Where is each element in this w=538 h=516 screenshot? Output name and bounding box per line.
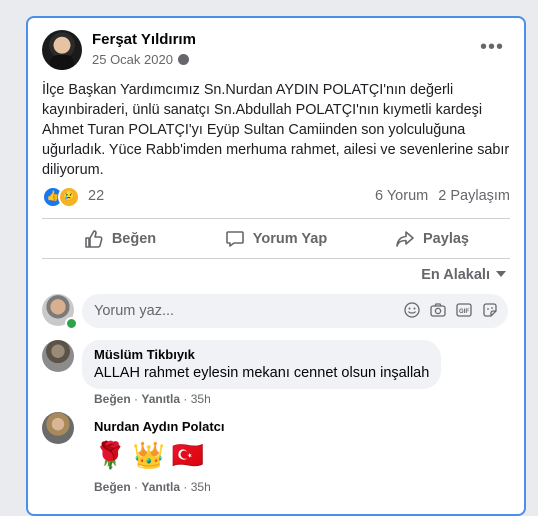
comment-label: Yorum Yap bbox=[252, 231, 328, 247]
comment-time[interactable]: 35h bbox=[191, 480, 211, 494]
share-button[interactable]: Paylaş bbox=[354, 222, 510, 256]
comment-reply-link[interactable]: Yanıtla bbox=[141, 392, 180, 406]
gif-icon[interactable]: GIF bbox=[456, 302, 472, 318]
emoji-icon[interactable] bbox=[404, 302, 420, 318]
post-card: Ferşat Yıldırım 25 Ocak 2020 ••• İlçe Ba… bbox=[26, 16, 526, 516]
comment-meta: Beğen · Yanıtla · 35h bbox=[94, 392, 211, 406]
comment-meta: Beğen · Yanıtla · 35h bbox=[94, 480, 211, 494]
online-status-icon bbox=[65, 317, 78, 330]
action-bar: Beğen Yorum Yap Paylaş bbox=[42, 222, 510, 256]
turkey-flag-emoji: 🇹🇷 bbox=[171, 440, 205, 470]
more-options-icon[interactable]: ••• bbox=[480, 37, 504, 57]
comment-button[interactable]: Yorum Yap bbox=[198, 222, 354, 256]
author-avatar[interactable] bbox=[42, 30, 82, 70]
reactions-icons[interactable]: 👍 😢 bbox=[42, 186, 80, 208]
comment-emojis: 🌹 👑 🇹🇷 bbox=[94, 440, 225, 471]
crown-emoji: 👑 bbox=[132, 440, 166, 470]
chevron-down-icon bbox=[496, 271, 506, 277]
post-body: İlçe Başkan Yardımcımız Sn.Nurdan AYDIN … bbox=[42, 82, 510, 178]
divider bbox=[42, 258, 510, 259]
comment-reply-link[interactable]: Yanıtla bbox=[141, 480, 180, 494]
post-date-text[interactable]: 25 Ocak 2020 bbox=[92, 52, 173, 67]
comment-like-link[interactable]: Beğen bbox=[94, 480, 131, 494]
rose-emoji: 🌹 bbox=[94, 440, 127, 470]
comment-time[interactable]: 35h bbox=[191, 392, 211, 406]
shares-count[interactable]: 2 Paylaşım bbox=[438, 188, 510, 204]
share-arrow-icon bbox=[396, 231, 414, 247]
author-name[interactable]: Ferşat Yıldırım bbox=[92, 31, 196, 48]
post-header: Ferşat Yıldırım 25 Ocak 2020 ••• bbox=[42, 30, 512, 74]
sticker-icon[interactable] bbox=[482, 302, 498, 318]
globe-icon bbox=[177, 54, 189, 65]
sort-comments-dropdown[interactable]: En Alakalı bbox=[421, 267, 506, 283]
comment-text: ALLAH rahmet eylesin mekanı cennet olsun… bbox=[94, 365, 430, 381]
comment-like-link[interactable]: Beğen bbox=[94, 392, 131, 406]
like-button[interactable]: Beğen bbox=[42, 222, 198, 256]
post-date[interactable]: 25 Ocak 2020 bbox=[92, 52, 189, 67]
post-stats: 👍 😢 22 6 Yorum 2 Paylaşım bbox=[42, 186, 510, 208]
sort-label: En Alakalı bbox=[421, 267, 490, 283]
camera-icon[interactable] bbox=[430, 302, 446, 318]
svg-text:GIF: GIF bbox=[459, 309, 469, 315]
divider bbox=[42, 218, 510, 219]
comment-bubble: Nurdan Aydın Polatcı 🌹 👑 🇹🇷 bbox=[82, 412, 237, 479]
speech-bubble-icon bbox=[225, 231, 244, 247]
comment-bubble: Müslüm Tikbıyık ALLAH rahmet eylesin mek… bbox=[82, 340, 442, 389]
commenter-avatar[interactable] bbox=[42, 412, 74, 444]
commenter-name[interactable]: Nurdan Aydın Polatcı bbox=[94, 419, 225, 434]
sad-reaction-icon: 😢 bbox=[58, 186, 80, 208]
reactions-count[interactable]: 22 bbox=[88, 188, 104, 204]
like-label: Beğen bbox=[111, 231, 157, 247]
share-label: Paylaş bbox=[423, 231, 469, 247]
comment-composer: GIF bbox=[42, 294, 508, 330]
comments-count[interactable]: 6 Yorum bbox=[375, 188, 428, 204]
commenter-avatar[interactable] bbox=[42, 340, 74, 372]
thumbs-up-icon bbox=[85, 230, 103, 248]
commenter-name[interactable]: Müslüm Tikbıyık bbox=[94, 347, 429, 362]
